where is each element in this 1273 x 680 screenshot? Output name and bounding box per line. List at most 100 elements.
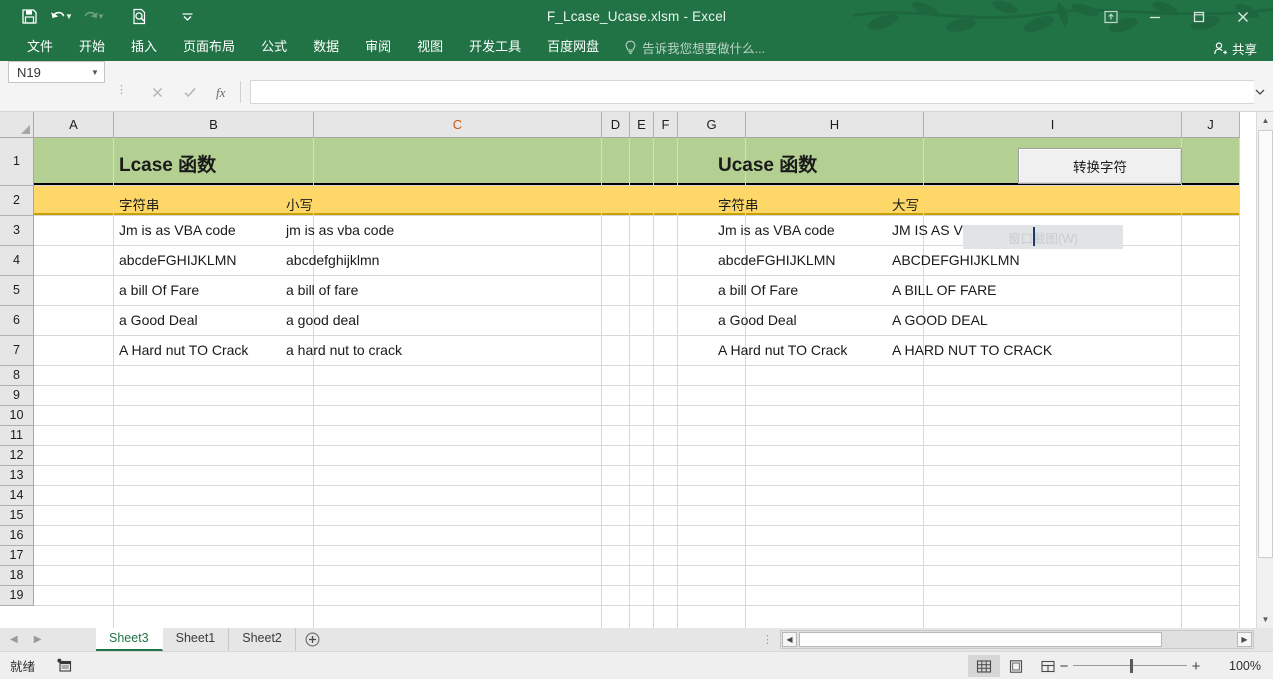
cell-H3-source[interactable]: Jm is as VBA code (718, 222, 835, 238)
cell-C3-lower[interactable]: jm is as vba code (286, 222, 394, 238)
cell-C4-lower[interactable]: abcdefghijklmn (286, 252, 379, 268)
column-header-G[interactable]: G (678, 112, 746, 138)
cell-I7-upper[interactable]: A HARD NUT TO CRACK (892, 342, 1052, 358)
row-header-13[interactable]: 13 (0, 466, 34, 486)
cell-I6-upper[interactable]: A GOOD DEAL (892, 312, 988, 328)
zoom-out-button[interactable]: − (1055, 658, 1073, 675)
vertical-scroll-thumb[interactable] (1258, 130, 1273, 558)
cell-I4-upper[interactable]: ABCDEFGHIJKLMN (892, 252, 1020, 268)
undo-button[interactable]: ▼ (46, 3, 76, 31)
cell-H4-source[interactable]: abcdeFGHIJKLMN (718, 252, 835, 268)
zoom-control[interactable]: − + (1055, 655, 1205, 677)
cell-H1-ucase-title[interactable]: Ucase 函数 (718, 150, 817, 177)
ribbon-tab-file[interactable]: 文件 (14, 33, 66, 61)
column-header-C[interactable]: C (314, 112, 602, 138)
save-button[interactable] (14, 3, 44, 31)
ribbon-tab-developer[interactable]: 开发工具 (456, 33, 534, 61)
sheet-tab-sheet3[interactable]: Sheet3 (96, 628, 163, 651)
ribbon-tab-view[interactable]: 视图 (404, 33, 456, 61)
cell-H5-source[interactable]: a bill Of Fare (718, 282, 798, 298)
column-header-J[interactable]: J (1182, 112, 1240, 138)
cell-C7-lower[interactable]: a hard nut to crack (286, 342, 402, 358)
print-preview-button[interactable] (124, 3, 154, 31)
zoom-in-button[interactable]: + (1187, 658, 1205, 675)
column-header-D[interactable]: D (602, 112, 630, 138)
insert-function-button[interactable]: fx (210, 81, 236, 103)
cell-I5-upper[interactable]: A BILL OF FARE (892, 282, 997, 298)
convert-characters-button[interactable]: 转换字符 (1018, 148, 1182, 184)
row-header-19[interactable]: 19 (0, 586, 34, 606)
add-sheet-button[interactable] (296, 628, 330, 651)
record-macro-button[interactable] (57, 658, 73, 673)
cell-I2-header-upper[interactable]: 大写 (892, 194, 919, 214)
scroll-right-button[interactable]: ▶ (1237, 632, 1252, 647)
redo-button[interactable]: ▼ (78, 3, 108, 31)
normal-view-button[interactable] (968, 655, 1000, 677)
sheet-nav-next-button[interactable]: ▶ (34, 634, 42, 645)
column-header-E[interactable]: E (630, 112, 654, 138)
formula-input[interactable] (250, 80, 1254, 104)
cell-H7-source[interactable]: A Hard nut TO Crack (718, 342, 847, 358)
sheet-nav-prev-button[interactable]: ◀ (10, 634, 18, 645)
row-header-4[interactable]: 4 (0, 246, 34, 276)
row-header-12[interactable]: 12 (0, 446, 34, 466)
scroll-left-button[interactable]: ◀ (782, 632, 797, 647)
cell-C5-lower[interactable]: a bill of fare (286, 282, 358, 298)
vertical-scrollbar[interactable]: ▲ ▼ (1256, 112, 1273, 628)
cell-C2-header-lower[interactable]: 小写 (286, 194, 313, 214)
confirm-formula-button[interactable] (177, 81, 203, 103)
tell-me-search[interactable]: 告诉我您想要做什么... (624, 38, 765, 57)
row-header-16[interactable]: 16 (0, 526, 34, 546)
share-button[interactable]: 共享 (1207, 37, 1263, 59)
row-header-11[interactable]: 11 (0, 426, 34, 446)
row-header-1[interactable]: 1 (0, 138, 34, 186)
cell-H6-source[interactable]: a Good Deal (718, 312, 797, 328)
sheet-tab-sheet1[interactable]: Sheet1 (163, 628, 230, 651)
row-header-5[interactable]: 5 (0, 276, 34, 306)
cell-B4-source[interactable]: abcdeFGHIJKLMN (119, 252, 236, 268)
row-header-6[interactable]: 6 (0, 306, 34, 336)
ribbon-tab-baidu-netdisk[interactable]: 百度网盘 (534, 33, 612, 61)
ribbon-tab-insert[interactable]: 插入 (118, 33, 170, 61)
ribbon-tab-data[interactable]: 数据 (300, 33, 352, 61)
ribbon-display-options-button[interactable] (1089, 0, 1133, 33)
select-all-corner-button[interactable] (0, 112, 34, 138)
row-header-10[interactable]: 10 (0, 406, 34, 426)
expand-formula-bar-button[interactable] (1253, 80, 1267, 104)
row-header-15[interactable]: 15 (0, 506, 34, 526)
ribbon-tab-formulas[interactable]: 公式 (248, 33, 300, 61)
ribbon-tab-page-layout[interactable]: 页面布局 (170, 33, 248, 61)
row-header-9[interactable]: 9 (0, 386, 34, 406)
horizontal-scrollbar[interactable]: ◀ ▶ (780, 630, 1254, 649)
name-box[interactable]: N19 ▼ (8, 61, 105, 83)
scroll-up-button[interactable]: ▲ (1257, 112, 1273, 129)
column-header-H[interactable]: H (746, 112, 924, 138)
cell-B6-source[interactable]: a Good Deal (119, 312, 198, 328)
row-header-2[interactable]: 2 (0, 186, 34, 216)
zoom-slider-handle[interactable] (1130, 659, 1133, 673)
column-header-A[interactable]: A (34, 112, 114, 138)
column-header-I[interactable]: I (924, 112, 1182, 138)
row-header-7[interactable]: 7 (0, 336, 34, 366)
redo-dropdown-arrow[interactable]: ▼ (97, 12, 105, 21)
cell-B3-source[interactable]: Jm is as VBA code (119, 222, 236, 238)
row-header-14[interactable]: 14 (0, 486, 34, 506)
restore-button[interactable] (1177, 0, 1221, 33)
customize-qat-button[interactable] (172, 3, 202, 31)
cell-B7-source[interactable]: A Hard nut TO Crack (119, 342, 248, 358)
ribbon-tab-home[interactable]: 开始 (66, 33, 118, 61)
cell-B1-lcase-title[interactable]: Lcase 函数 (119, 150, 216, 177)
cell-H2-header-source[interactable]: 字符串 (718, 194, 759, 214)
name-box-dropdown-icon[interactable]: ▼ (86, 68, 104, 77)
row-header-3[interactable]: 3 (0, 216, 34, 246)
zoom-slider[interactable] (1073, 655, 1187, 677)
close-button[interactable] (1221, 0, 1265, 33)
page-layout-view-button[interactable] (1000, 655, 1032, 677)
row-header-17[interactable]: 17 (0, 546, 34, 566)
row-header-8[interactable]: 8 (0, 366, 34, 386)
row-header-18[interactable]: 18 (0, 566, 34, 586)
horizontal-scroll-thumb[interactable] (799, 632, 1162, 647)
scroll-down-button[interactable]: ▼ (1257, 611, 1273, 628)
cancel-formula-button[interactable] (144, 81, 170, 103)
zoom-level-label[interactable]: 100% (1229, 652, 1261, 680)
